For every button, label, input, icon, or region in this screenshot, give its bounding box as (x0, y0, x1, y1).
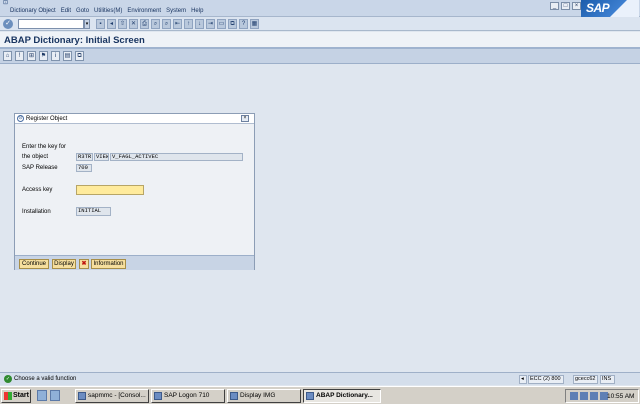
menu-items: Dictionary Object Edit Goto Utilities(M)… (10, 7, 203, 16)
cancel-icon[interactable]: ✕ (129, 19, 138, 29)
menu-help[interactable]: Help (191, 7, 203, 16)
close-icon[interactable]: × (572, 2, 581, 10)
sap-window-icon (306, 392, 314, 400)
installation-label: Installation (22, 209, 51, 215)
sap-release-label: SAP Release (22, 165, 58, 171)
where-used-icon[interactable]: ⊞ (27, 51, 36, 61)
taskbar: Start sapmmc - [Consol... SAP Logon 710 … (0, 386, 640, 404)
security-icon[interactable] (590, 392, 598, 400)
menu-dictionary-object[interactable]: Dictionary Object (10, 7, 56, 16)
access-key-input[interactable] (76, 185, 144, 195)
register-object-dialog: ⊙ Register Object × Enter the key for th… (14, 113, 255, 270)
exit-icon[interactable]: ⇧ (118, 19, 127, 29)
title-bar: ABAP Dictionary: Initial Screen (0, 32, 640, 49)
console-icon (78, 392, 86, 400)
display-object-list-icon[interactable]: ▤ (63, 51, 72, 61)
program-id-field: R3TR (76, 153, 93, 161)
last-page-icon[interactable]: ⇥ (206, 19, 215, 29)
shortcut-icon[interactable]: ⧉ (228, 19, 237, 29)
command-field[interactable] (18, 19, 84, 29)
page-title: ABAP Dictionary: Initial Screen (4, 35, 145, 46)
activate-icon[interactable]: ⚑ (39, 51, 48, 61)
info-icon[interactable]: i (51, 51, 60, 61)
access-key-label: Access key (22, 187, 53, 193)
next-page-icon[interactable]: ↓ (195, 19, 204, 29)
maximize-icon[interactable]: □ (561, 2, 570, 10)
tray-icons (570, 392, 608, 400)
sap-window-icon (230, 392, 238, 400)
first-page-icon[interactable]: ⇤ (173, 19, 182, 29)
task-abap-dictionary[interactable]: ABAP Dictionary... (303, 389, 381, 403)
dialog-title: Register Object (26, 116, 68, 122)
previous-page-icon[interactable]: ↑ (184, 19, 193, 29)
task-sapmmc[interactable]: sapmmc - [Consol... (75, 389, 149, 403)
menu-system[interactable]: System (166, 7, 186, 16)
information-button[interactable]: Information (91, 259, 126, 269)
standard-toolbar-icons: ▪ ◂ ⇧ ✕ ⎙ ⌕ ⌕ ⇤ ↑ ↓ ⇥ ▭ ⧉ ? ▦ (96, 19, 259, 29)
dialog-button-bar: Continue Display ✖ Information (15, 255, 254, 270)
task-sap-logon[interactable]: SAP Logon 710 (151, 389, 225, 403)
internet-explorer-icon[interactable] (50, 390, 60, 401)
quick-launch (37, 390, 60, 401)
status-message: Choose a valid function (14, 376, 77, 382)
continue-button[interactable]: Continue (19, 259, 49, 269)
success-check-icon: ✓ (4, 375, 12, 383)
dialog-close-icon[interactable]: × (241, 115, 249, 122)
menu-environment[interactable]: Environment (127, 7, 161, 16)
object-name-field: V_FAGL_ACTIVEC (110, 153, 243, 161)
minimize-icon[interactable]: _ (550, 2, 559, 10)
application-toolbar-icons: ⌂ ! ⊞ ⚑ i ▤ ⧉ (3, 51, 84, 61)
layout-menu-icon[interactable]: ▦ (250, 19, 259, 29)
enter-icon[interactable]: ✓ (3, 19, 13, 29)
object-type-field: VIEW (94, 153, 109, 161)
find-icon[interactable]: ⌕ (151, 19, 160, 29)
system-info-field[interactable]: ECC (2) 800 (528, 375, 564, 384)
new-session-icon[interactable]: ▭ (217, 19, 226, 29)
server-field: gcecc62 (573, 375, 598, 384)
volume-icon[interactable] (580, 392, 588, 400)
system-tray: 10:55 AM (565, 389, 639, 403)
print-icon[interactable]: ⎙ (140, 19, 149, 29)
system-menu-icon[interactable]: ⊡ (3, 0, 12, 7)
save-icon[interactable]: ▪ (96, 19, 105, 29)
menu-utilities[interactable]: Utilities(M) (94, 7, 122, 16)
display-button[interactable]: Display (52, 259, 76, 269)
find-next-icon[interactable]: ⌕ (162, 19, 171, 29)
windows-logo-icon (4, 392, 12, 400)
dialog-title-bar: ⊙ Register Object × (15, 114, 254, 124)
object-label: the object (22, 154, 49, 160)
standard-toolbar: ✓ ▾ ▪ ◂ ⇧ ✕ ⎙ ⌕ ⌕ ⇤ ↑ ↓ ⇥ ▭ ⧉ ? ▦ (0, 17, 640, 31)
show-desktop-icon[interactable] (37, 390, 47, 401)
start-button[interactable]: Start (1, 389, 31, 403)
cancel-button[interactable]: ✖ (79, 259, 89, 269)
intro-label: Enter the key for (22, 144, 67, 150)
dialog-sap-icon: ⊙ (17, 115, 24, 122)
status-toggle-icon[interactable]: ◂ (519, 375, 527, 384)
menu-edit[interactable]: Edit (61, 7, 71, 16)
status-bar: ✓ Choose a valid function ◂ ECC (2) 800 … (0, 372, 640, 385)
help-icon[interactable]: ? (239, 19, 248, 29)
installation-field: INITIAL (76, 207, 111, 216)
insert-mode-field: INS (600, 375, 615, 384)
application-toolbar: ⌂ ! ⊞ ⚑ i ▤ ⧉ (0, 49, 640, 64)
sap-logo: SAP (581, 0, 639, 18)
other-object-icon[interactable]: ⌂ (3, 51, 12, 61)
back-icon[interactable]: ◂ (107, 19, 116, 29)
menu-bar: ⊡ Dictionary Object Edit Goto Utilities(… (0, 0, 640, 18)
check-icon[interactable]: ! (15, 51, 24, 61)
command-field-dropdown-icon[interactable]: ▾ (84, 19, 90, 29)
menu-goto[interactable]: Goto (76, 7, 89, 16)
clock[interactable]: 10:55 AM (607, 392, 634, 401)
copy-icon[interactable]: ⧉ (75, 51, 84, 61)
network-icon[interactable] (570, 392, 578, 400)
window-controls: _ □ × (550, 2, 581, 10)
sap-release-field: 700 (76, 164, 92, 172)
task-display-img[interactable]: Display IMG (227, 389, 301, 403)
sap-logon-icon (154, 392, 162, 400)
